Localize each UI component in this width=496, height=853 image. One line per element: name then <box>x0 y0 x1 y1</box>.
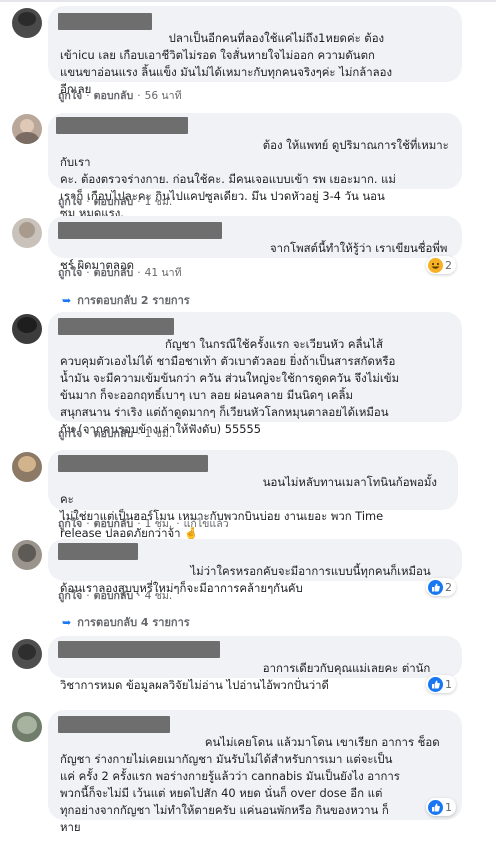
reply-arrow-icon: ➥ <box>62 616 72 629</box>
avatar[interactable] <box>12 452 42 482</box>
redacted-author-name <box>58 455 208 472</box>
comment-timestamp[interactable]: 41 นาที <box>145 267 182 279</box>
comment-actions: ถูกใจ · ตอบกลับ · 1 ชม. <box>58 428 173 440</box>
comment-timestamp[interactable]: 4 ชม. <box>145 590 173 602</box>
reaction-count: 1 <box>445 677 452 691</box>
avatar[interactable] <box>12 540 42 570</box>
top-divider <box>0 0 496 2</box>
redacted-author-name <box>58 641 220 658</box>
view-replies-link[interactable]: ➥ การตอบกลับ 4 รายการ <box>62 613 190 631</box>
redacted-author-name <box>58 13 152 30</box>
avatar[interactable] <box>12 712 42 742</box>
redacted-author-name <box>56 117 188 134</box>
reply-arrow-icon: ➥ <box>62 294 72 307</box>
redacted-author-name <box>58 318 174 335</box>
reaction-summary[interactable]: 1 <box>426 675 456 693</box>
reply-link[interactable]: ตอบกลับ <box>94 590 134 602</box>
avatar[interactable] <box>12 314 42 344</box>
edited-label: แก้ไขแล้ว <box>183 518 229 530</box>
like-link[interactable]: ถูกใจ <box>58 90 82 102</box>
comment-timestamp[interactable]: 1 ชม. <box>145 428 173 440</box>
like-link[interactable]: ถูกใจ <box>58 518 82 530</box>
like-link[interactable]: ถูกใจ <box>58 590 82 602</box>
like-link[interactable]: ถูกใจ <box>58 196 82 208</box>
redacted-author-name <box>58 222 222 239</box>
reaction-count: 1 <box>445 800 452 814</box>
redacted-author-name <box>58 543 138 560</box>
reaction-summary[interactable]: 2 <box>426 256 456 274</box>
view-replies-link[interactable]: ➥ การตอบกลับ 2 รายการ <box>62 291 190 309</box>
like-reaction-icon <box>428 799 443 815</box>
comment-text: อาการเดียวกับคุณแม่เลยคะ ต่านัก วิชาการห… <box>60 661 431 692</box>
reaction-summary[interactable]: 1 <box>426 798 456 816</box>
reply-link[interactable]: ตอบกลับ <box>94 196 134 208</box>
reply-link[interactable]: ตอบกลับ <box>94 518 134 530</box>
comment-text: คนไม่เคยโดน แล้วมาโดน เขาเรียก อาการ ช็อ… <box>60 735 440 834</box>
comment-timestamp[interactable]: 56 นาที <box>145 90 182 102</box>
replies-label: การตอบกลับ 4 รายการ <box>77 616 190 629</box>
reply-link[interactable]: ตอบกลับ <box>94 428 134 440</box>
like-link[interactable]: ถูกใจ <box>58 267 82 279</box>
comment-actions: ถูกใจ · ตอบกลับ · 1 ชม. · แก้ไขแล้ว <box>58 518 229 530</box>
reply-link[interactable]: ตอบกลับ <box>94 90 134 102</box>
comment-actions: ถูกใจ · ตอบกลับ · 56 นาที <box>58 90 182 102</box>
reaction-summary[interactable]: 2 <box>426 578 456 596</box>
avatar[interactable] <box>12 639 42 669</box>
like-reaction-icon <box>428 676 443 692</box>
avatar[interactable] <box>12 114 42 144</box>
comment-text: กัญชา ในกรณีใช้ครั้งแรก จะเวียนหัว คลื่น… <box>60 337 400 436</box>
reaction-count: 2 <box>445 258 452 272</box>
reply-link[interactable]: ตอบกลับ <box>94 267 134 279</box>
comment-timestamp[interactable]: 1 ชม. <box>145 518 173 530</box>
like-link[interactable]: ถูกใจ <box>58 428 82 440</box>
comment-actions: ถูกใจ · ตอบกลับ · 4 ชม. <box>58 590 173 602</box>
avatar[interactable] <box>12 8 42 38</box>
reaction-count: 2 <box>445 580 452 594</box>
redacted-author-name <box>58 716 170 733</box>
avatar[interactable] <box>12 218 42 248</box>
comment-actions: ถูกใจ · ตอบกลับ · 1 ชม. <box>58 196 173 208</box>
replies-label: การตอบกลับ 2 รายการ <box>77 294 190 307</box>
haha-reaction-icon <box>428 257 443 273</box>
like-reaction-icon <box>428 579 443 595</box>
comment-actions: ถูกใจ · ตอบกลับ · 41 นาที <box>58 267 182 279</box>
comment-timestamp[interactable]: 1 ชม. <box>145 196 173 208</box>
